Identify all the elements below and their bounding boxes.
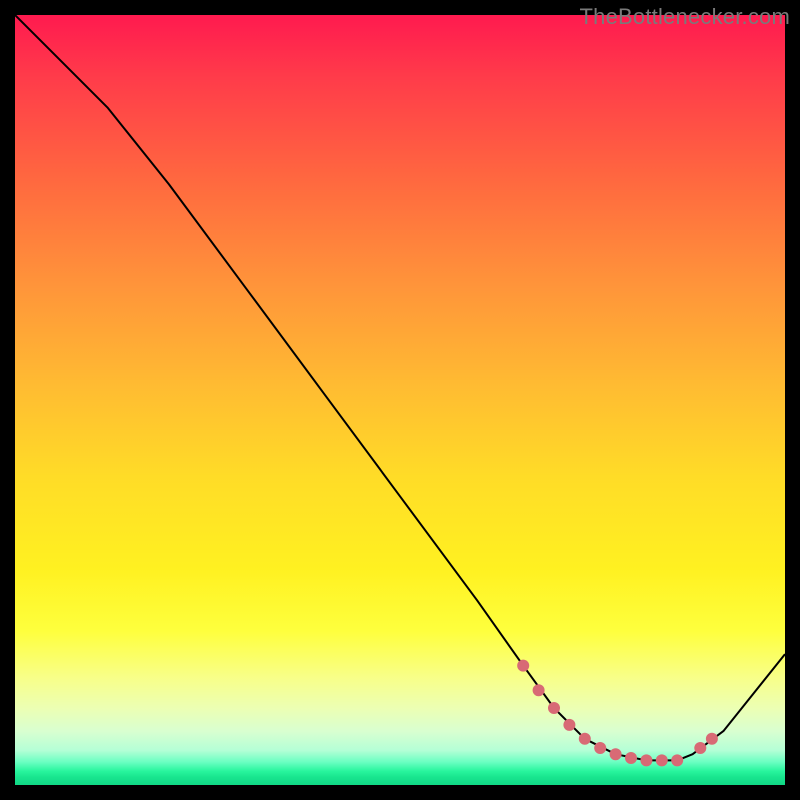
curve-markers <box>517 660 718 767</box>
curve-marker <box>706 733 718 745</box>
attribution-label: TheBottlenecker.com <box>580 4 790 30</box>
curve-marker <box>579 733 591 745</box>
curve-marker <box>548 702 560 714</box>
curve-marker <box>640 754 652 766</box>
bottleneck-curve <box>15 15 785 760</box>
curve-marker <box>533 684 545 696</box>
curve-marker <box>694 742 706 754</box>
curve-marker <box>610 748 622 760</box>
plot-area <box>15 15 785 785</box>
curve-marker <box>517 660 529 672</box>
curve-marker <box>671 754 683 766</box>
chart-svg <box>15 15 785 785</box>
curve-marker <box>563 719 575 731</box>
curve-marker <box>594 742 606 754</box>
curve-marker <box>656 754 668 766</box>
curve-marker <box>625 752 637 764</box>
chart-stage: TheBottlenecker.com <box>0 0 800 800</box>
